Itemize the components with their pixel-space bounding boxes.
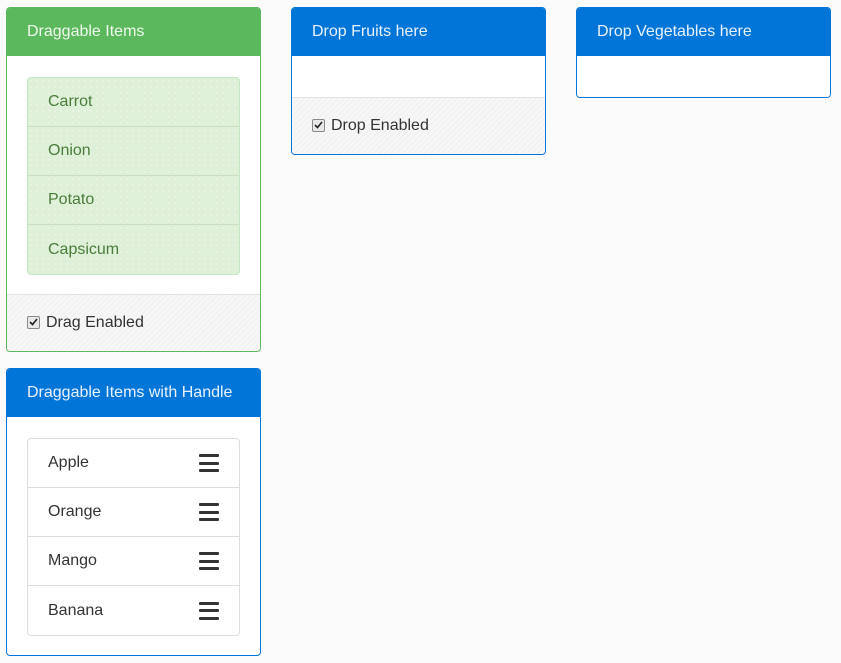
drag-enabled-label[interactable]: Drag Enabled xyxy=(46,314,144,332)
draggable-items-panel-header: Draggable Items xyxy=(7,8,260,56)
checkmark-icon xyxy=(29,318,38,326)
panel-title: Draggable Items xyxy=(27,22,145,40)
drop-fruits-panel: Drop Fruits here Drop Enabled xyxy=(291,7,546,155)
drop-enabled-footer: Drop Enabled xyxy=(292,97,545,154)
list-item-capsicum[interactable]: Capsicum xyxy=(28,225,239,274)
list-item-carrot[interactable]: Carrot xyxy=(28,78,239,127)
drop-fruits-dropzone[interactable] xyxy=(292,56,545,97)
drop-enabled-label[interactable]: Drop Enabled xyxy=(331,117,429,135)
list-item-mango: Mango xyxy=(28,537,239,586)
handle-items-panel: Draggable Items with Handle Apple Orange… xyxy=(6,368,261,656)
handle-items-panel-body: Apple Orange Mango Banana xyxy=(7,417,260,636)
hamburger-icon[interactable] xyxy=(199,601,219,620)
list-item-onion[interactable]: Onion xyxy=(28,127,239,176)
drop-vegetables-panel-header: Drop Vegetables here xyxy=(577,8,830,56)
drop-vegetables-dropzone[interactable] xyxy=(577,56,830,97)
list-item-label: Apple xyxy=(48,454,89,471)
list-item-label: Carrot xyxy=(48,93,93,110)
list-item-label: Capsicum xyxy=(48,240,120,258)
hamburger-icon[interactable] xyxy=(199,503,219,521)
drag-enabled-footer: Drag Enabled xyxy=(7,294,260,351)
draggable-items-panel: Draggable Items Carrot Onion Potato Caps… xyxy=(6,7,261,352)
list-item-label: Banana xyxy=(48,601,104,619)
list-item-label: Potato xyxy=(48,191,95,208)
list-item-label: Onion xyxy=(48,142,91,159)
list-item-orange: Orange xyxy=(28,488,239,537)
list-item-apple: Apple xyxy=(28,439,239,488)
list-item-label: Orange xyxy=(48,503,102,520)
draggable-items-list: Carrot Onion Potato Capsicum xyxy=(27,77,240,275)
drop-enabled-checkbox[interactable] xyxy=(312,118,325,132)
draggable-items-panel-body: Carrot Onion Potato Capsicum xyxy=(7,56,260,294)
list-item-potato[interactable]: Potato xyxy=(28,176,239,225)
drop-fruits-panel-header: Drop Fruits here xyxy=(292,8,545,56)
hamburger-icon[interactable] xyxy=(199,552,219,570)
panel-title: Drop Vegetables here xyxy=(597,22,752,40)
checkmark-icon xyxy=(314,121,323,129)
hamburger-icon[interactable] xyxy=(199,454,219,472)
drop-vegetables-panel: Drop Vegetables here xyxy=(576,7,831,98)
drag-enabled-checkbox[interactable] xyxy=(27,315,40,329)
list-item-label: Mango xyxy=(48,552,97,569)
panel-title: Draggable Items with Handle xyxy=(27,383,233,401)
panel-title: Drop Fruits here xyxy=(312,22,428,40)
handle-items-panel-header: Draggable Items with Handle xyxy=(7,369,260,417)
handle-items-list: Apple Orange Mango Banana xyxy=(27,438,240,636)
list-item-banana: Banana xyxy=(28,586,239,635)
